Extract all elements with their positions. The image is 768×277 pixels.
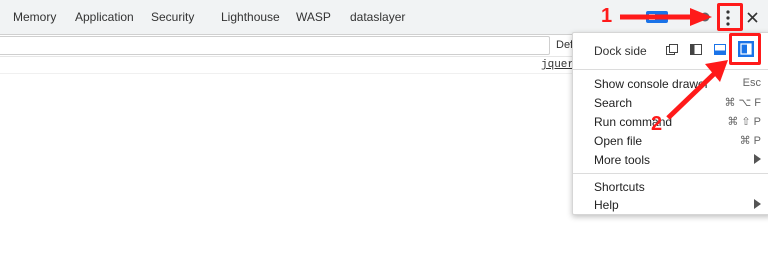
issues-badge-icon[interactable]: [646, 10, 668, 24]
menu-item-label: Help: [594, 198, 619, 212]
tab-security[interactable]: Security: [151, 0, 194, 35]
menu-separator: [573, 173, 768, 174]
tab-application[interactable]: Application: [75, 0, 134, 35]
menu-item-label: Shortcuts: [594, 180, 645, 194]
menu-item-open-file[interactable]: Open file ⌘ P: [573, 131, 768, 150]
menu-item-show-console-drawer[interactable]: Show console drawer Esc: [573, 74, 768, 93]
menu-item-label: Search: [594, 96, 633, 110]
menu-item-more-tools[interactable]: More tools: [573, 150, 768, 169]
callout-number-1: 1: [601, 5, 613, 27]
menu-item-search[interactable]: Search ⌘ ⌥ F: [573, 93, 768, 112]
devtools-tabbar: Memory Application Security Lighthouse W…: [0, 0, 768, 35]
dock-bottom-icon[interactable]: [714, 44, 726, 55]
dock-left-icon[interactable]: [690, 44, 702, 55]
menu-item-shortcut: Esc: [742, 77, 761, 89]
submenu-arrow-icon: [754, 199, 761, 209]
menu-item-label: Show console drawer: [594, 77, 709, 91]
undock-icon[interactable]: [666, 44, 678, 55]
menu-separator: [573, 69, 768, 70]
dock-side-label: Dock side: [594, 44, 647, 58]
callout-highlight-dock-right: [729, 33, 761, 65]
menu-item-shortcut: ⌘ ⌥ F: [724, 97, 761, 109]
menu-item-run-command[interactable]: Run command ⌘ ⇧ P: [573, 112, 768, 131]
menu-item-shortcut: ⌘ P: [739, 135, 761, 147]
menu-item-shortcuts[interactable]: Shortcuts: [573, 177, 768, 196]
menu-item-shortcut: ⌘ ⇧ P: [727, 116, 761, 128]
callout-number-2: 2: [651, 113, 663, 135]
menu-item-help[interactable]: Help: [573, 195, 768, 214]
close-icon[interactable]: [747, 12, 758, 23]
source-link[interactable]: jquer: [541, 59, 574, 71]
filter-input[interactable]: [0, 36, 550, 55]
tab-dataslayer[interactable]: dataslayer: [350, 0, 405, 35]
tab-memory[interactable]: Memory: [13, 0, 56, 35]
submenu-arrow-icon: [754, 154, 761, 164]
menu-item-label: More tools: [594, 153, 651, 167]
callout-highlight-more-button: [717, 3, 743, 31]
tab-wasp[interactable]: WASP: [296, 0, 331, 35]
menu-item-label: Open file: [594, 134, 643, 148]
tab-lighthouse[interactable]: Lighthouse: [221, 0, 280, 35]
gear-icon[interactable]: [699, 11, 711, 23]
